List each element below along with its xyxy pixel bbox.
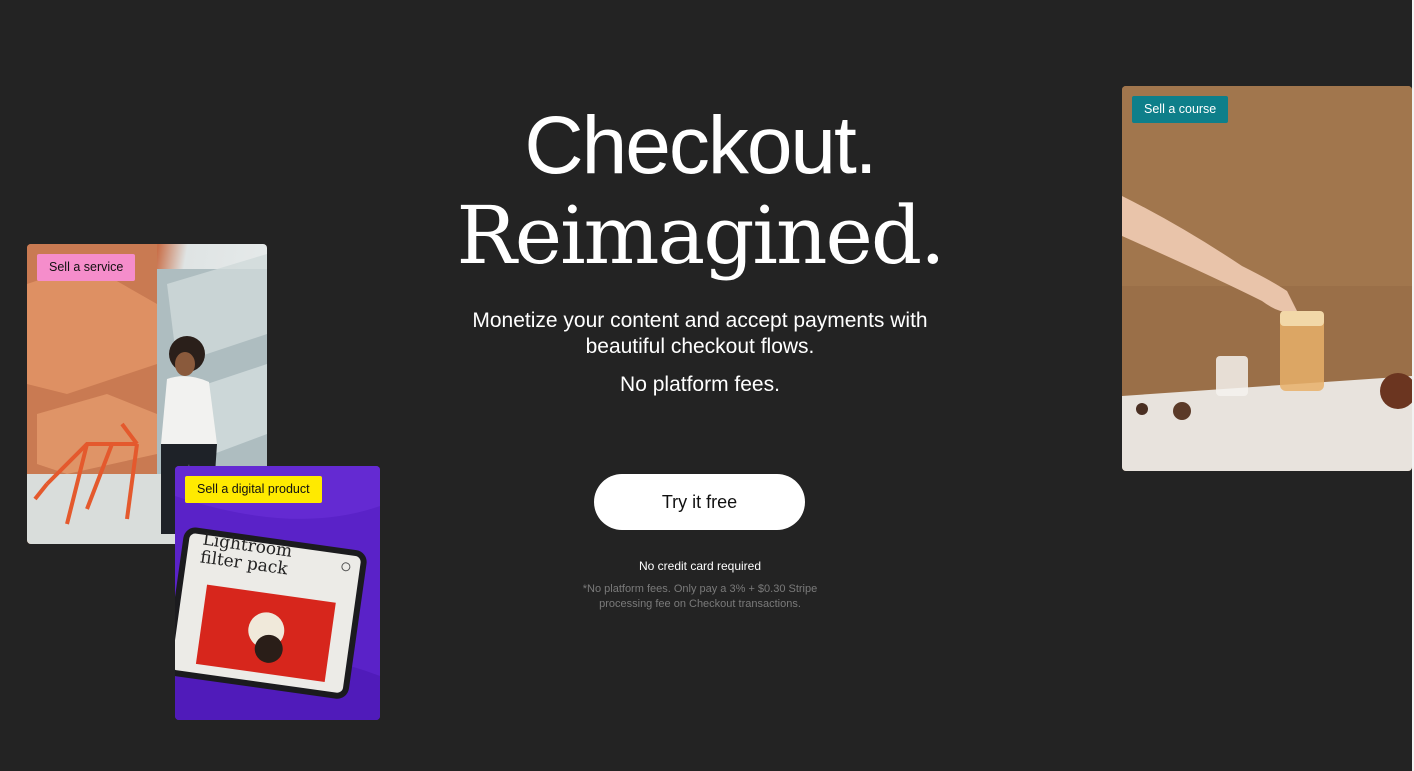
sell-course-tag: Sell a course: [1132, 96, 1229, 123]
try-it-free-button[interactable]: Try it free: [594, 474, 805, 530]
sell-course-card: Sell a course: [1122, 86, 1412, 471]
digital-product-photo: [175, 466, 380, 720]
fee-disclaimer: *No platform fees. Only pay a 3% + $0.30…: [582, 583, 818, 610]
no-platform-fees-text: No platform fees.: [620, 373, 780, 396]
sell-digital-product-tag: Sell a digital product: [185, 476, 322, 503]
course-photo: [1122, 86, 1412, 471]
hero-subhead: Monetize your content and accept payment…: [472, 309, 928, 358]
sell-service-tag: Sell a service: [37, 254, 136, 281]
sell-digital-product-card: Lightroom filter pack Sell a digital pro…: [175, 466, 380, 720]
no-credit-card-text: No credit card required: [638, 559, 762, 573]
